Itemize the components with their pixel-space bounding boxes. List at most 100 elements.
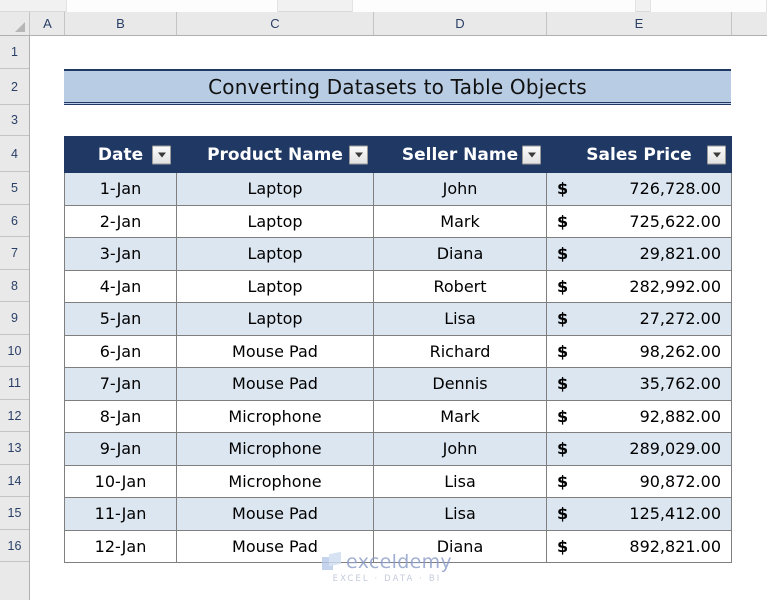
column-header-sales-price[interactable]: Sales Price [546, 136, 732, 173]
row-header-4[interactable]: 4 [0, 136, 29, 172]
row-header-12[interactable]: 12 [0, 400, 29, 432]
filter-dropdown-icon-date[interactable] [152, 145, 171, 164]
row-header-9[interactable]: 9 [0, 302, 29, 335]
column-header-d[interactable]: D [374, 12, 547, 35]
cell-sales-price[interactable]: $27,272.00 [546, 302, 732, 336]
cell-date[interactable]: 7-Jan [64, 367, 177, 401]
table-row[interactable]: 12-Jan Mouse Pad Diana $892,821.00 [64, 529, 732, 563]
cell-date[interactable]: 2-Jan [64, 204, 177, 238]
cell-seller-name[interactable]: John [373, 432, 547, 466]
chevron-down-icon [712, 152, 721, 157]
cell-sales-price[interactable]: $98,262.00 [546, 334, 732, 368]
cell-product-name[interactable]: Mouse Pad [176, 529, 374, 563]
row-header-6[interactable]: 6 [0, 205, 29, 237]
row-header-14[interactable]: 14 [0, 465, 29, 497]
filter-dropdown-icon-seller-name[interactable] [522, 145, 541, 164]
cell-date[interactable]: 4-Jan [64, 269, 177, 303]
cell-product-name[interactable]: Mouse Pad [176, 334, 374, 368]
cell-sales-price[interactable]: $92,882.00 [546, 399, 732, 433]
cell-product-name[interactable]: Laptop [176, 204, 374, 238]
cell-seller-name[interactable]: Lisa [373, 497, 547, 531]
row-header-13[interactable]: 13 [0, 432, 29, 465]
row-header-7[interactable]: 7 [0, 237, 29, 270]
cell-sales-price[interactable]: $90,872.00 [546, 464, 732, 498]
column-header-e[interactable]: E [547, 12, 732, 35]
cell-seller-name[interactable]: Diana [373, 529, 547, 563]
cell-date[interactable]: 3-Jan [64, 237, 177, 271]
cell-product-name[interactable]: Mouse Pad [176, 367, 374, 401]
table-row[interactable]: 9-Jan Microphone John $289,029.00 [64, 432, 732, 466]
cell-seller-name[interactable]: Lisa [373, 464, 547, 498]
filter-dropdown-icon-product-name[interactable] [349, 145, 368, 164]
cell-sales-price[interactable]: $125,412.00 [546, 497, 732, 531]
table-row[interactable]: 7-Jan Mouse Pad Dennis $35,762.00 [64, 367, 732, 401]
column-header-f[interactable] [732, 12, 767, 35]
cell-product-name[interactable]: Microphone [176, 432, 374, 466]
select-all-corner[interactable] [0, 12, 30, 35]
cell-sales-price[interactable]: $35,762.00 [546, 367, 732, 401]
cell-date[interactable]: 1-Jan [64, 172, 177, 206]
chevron-down-icon [527, 152, 536, 157]
cell-sales-price[interactable]: $289,029.00 [546, 432, 732, 466]
cell-date[interactable]: 6-Jan [64, 334, 177, 368]
cell-seller-name[interactable]: Richard [373, 334, 547, 368]
cell-product-name[interactable]: Laptop [176, 237, 374, 271]
cell-sales-price[interactable]: $892,821.00 [546, 529, 732, 563]
row-header-2[interactable]: 2 [0, 69, 29, 105]
cell-sales-price[interactable]: $29,821.00 [546, 237, 732, 271]
cell-date[interactable]: 12-Jan [64, 529, 177, 563]
cell-seller-name[interactable]: John [373, 172, 547, 206]
row-header-3[interactable]: 3 [0, 105, 29, 136]
cell-seller-name[interactable]: Diana [373, 237, 547, 271]
cell-seller-name[interactable]: Mark [373, 204, 547, 238]
sheet-canvas-overflow [31, 564, 767, 600]
table-row[interactable]: 11-Jan Mouse Pad Lisa $125,412.00 [64, 497, 732, 531]
cell-date[interactable]: 8-Jan [64, 399, 177, 433]
column-header-b[interactable]: B [65, 12, 177, 35]
cell-seller-name[interactable]: Robert [373, 269, 547, 303]
column-header-c[interactable]: C [177, 12, 374, 35]
header-label-sales-price: Sales Price [586, 144, 692, 165]
table-row[interactable]: 5-Jan Laptop Lisa $27,272.00 [64, 302, 732, 336]
ribbon-strip [0, 0, 767, 12]
row-header-10[interactable]: 10 [0, 335, 29, 367]
table-row[interactable]: 8-Jan Microphone Mark $92,882.00 [64, 399, 732, 433]
cell-seller-name[interactable]: Lisa [373, 302, 547, 336]
cell-seller-name[interactable]: Mark [373, 399, 547, 433]
row-header-8[interactable]: 8 [0, 270, 29, 302]
cell-product-name[interactable]: Mouse Pad [176, 497, 374, 531]
currency-symbol: $ [557, 179, 569, 198]
table-row[interactable]: 4-Jan Laptop Robert $282,992.00 [64, 269, 732, 303]
column-header-seller-name[interactable]: Seller Name [373, 136, 547, 173]
cell-product-name[interactable]: Laptop [176, 172, 374, 206]
cell-product-name[interactable]: Microphone [176, 464, 374, 498]
row-header-16[interactable]: 16 [0, 530, 29, 562]
row-header-1[interactable]: 1 [0, 36, 29, 69]
table-row[interactable]: 1-Jan Laptop John $726,728.00 [64, 172, 732, 206]
cell-date[interactable]: 5-Jan [64, 302, 177, 336]
cell-seller-name[interactable]: Dennis [373, 367, 547, 401]
cell-sales-price[interactable]: $726,728.00 [546, 172, 732, 206]
table-row[interactable]: 2-Jan Laptop Mark $725,622.00 [64, 204, 732, 238]
header-label-product-name: Product Name [207, 144, 343, 165]
cell-date[interactable]: 10-Jan [64, 464, 177, 498]
row-header-5[interactable]: 5 [0, 172, 29, 205]
row-header-11[interactable]: 11 [0, 367, 29, 400]
filter-dropdown-icon-sales-price[interactable] [707, 145, 726, 164]
table-row[interactable]: 3-Jan Laptop Diana $29,821.00 [64, 237, 732, 271]
column-header-date[interactable]: Date [64, 136, 177, 173]
cell-sales-price[interactable]: $282,992.00 [546, 269, 732, 303]
cell-date[interactable]: 11-Jan [64, 497, 177, 531]
table-row[interactable]: 6-Jan Mouse Pad Richard $98,262.00 [64, 334, 732, 368]
table-row[interactable]: 10-Jan Microphone Lisa $90,872.00 [64, 464, 732, 498]
row-header-15[interactable]: 15 [0, 497, 29, 530]
column-header-a[interactable]: A [31, 12, 65, 35]
cell-product-name[interactable]: Microphone [176, 399, 374, 433]
cell-product-name[interactable]: Laptop [176, 269, 374, 303]
currency-symbol: $ [557, 211, 569, 231]
cell-sales-price[interactable]: $725,622.00 [546, 204, 732, 238]
cell-product-name[interactable]: Laptop [176, 302, 374, 336]
currency-symbol: $ [557, 341, 569, 361]
cell-date[interactable]: 9-Jan [64, 432, 177, 466]
column-header-product-name[interactable]: Product Name [176, 136, 374, 173]
